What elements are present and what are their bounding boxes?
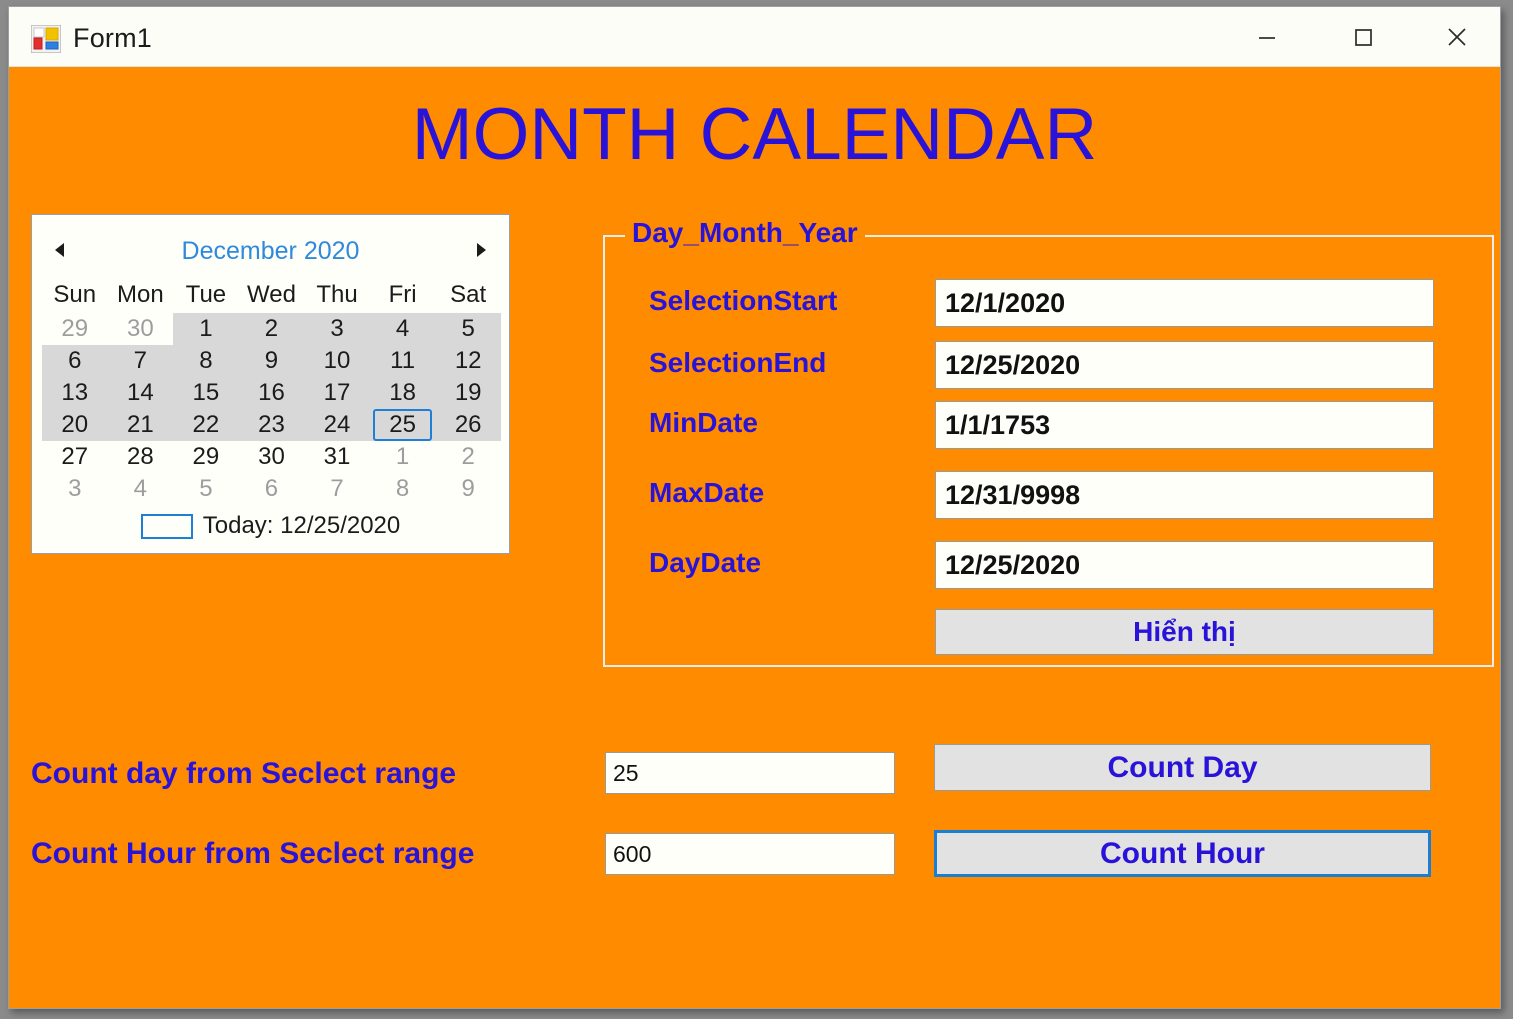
calendar-day-cell[interactable]: 8 (370, 473, 436, 505)
day-month-year-groupbox: Day_Month_Year SelectionStart SelectionEn… (603, 217, 1494, 667)
calendar-grid[interactable]: Sun Mon Tue Wed Thu Fri Sat 29 30 1 2 3 4 5 6 7 8 9 10 11 1… (42, 277, 501, 505)
calendar-day-cell[interactable]: 5 (435, 313, 501, 345)
calendar-day-cell[interactable]: 13 (42, 377, 108, 409)
calendar-day-cell[interactable]: 21 (107, 409, 174, 441)
calendar-week-row: 20 21 22 23 24 25 26 (42, 409, 501, 441)
calendar-day-cell[interactable]: 30 (239, 441, 305, 473)
page-title: MONTH CALENDAR (411, 94, 1098, 175)
minimize-icon[interactable] (1234, 7, 1300, 66)
calendar-weekday-row: Sun Mon Tue Wed Thu Fri Sat (42, 277, 501, 313)
field-row: SelectionEnd (605, 341, 1492, 391)
title-bar: Form1 (9, 7, 1500, 67)
calendar-day-cell[interactable]: 14 (107, 377, 174, 409)
calendar-day-cell[interactable]: 5 (173, 473, 239, 505)
calendar-day-cell[interactable]: 27 (42, 441, 108, 473)
calendar-day-cell[interactable]: 1 (370, 441, 436, 473)
calendar-day-cell[interactable]: 9 (435, 473, 501, 505)
calendar-day-cell[interactable]: 8 (173, 345, 239, 377)
field-input-daydate[interactable] (935, 541, 1434, 589)
field-input-selectionend[interactable] (935, 341, 1434, 389)
close-icon[interactable] (1424, 7, 1490, 66)
field-row: MaxDate (605, 471, 1492, 521)
calendar-weekday-sat: Sat (450, 281, 487, 308)
field-input-mindate[interactable] (935, 401, 1434, 449)
groupbox-legend: Day_Month_Year (625, 217, 865, 249)
application-window: Form1 MONTH CALENDAR December 2020 Sun M… (8, 6, 1501, 1009)
triangle-right-icon[interactable] (469, 239, 491, 261)
calendar-week-row: 27 28 29 30 31 1 2 (42, 441, 501, 473)
field-label-mindate: MinDate (649, 407, 758, 438)
field-row: MinDate (605, 401, 1492, 451)
calendar-day-cell[interactable]: 31 (304, 441, 370, 473)
calendar-day-cell[interactable]: 26 (435, 409, 501, 441)
count-hour-label: Count Hour from Seclect range (31, 837, 475, 870)
calendar-day-cell[interactable]: 3 (304, 313, 370, 345)
calendar-header: December 2020 (32, 215, 509, 271)
calendar-day-cell[interactable]: 22 (173, 409, 239, 441)
month-calendar[interactable]: December 2020 Sun Mon Tue Wed Thu Fri Sat 29 30… (31, 214, 510, 554)
calendar-day-cell[interactable]: 4 (108, 473, 174, 505)
count-day-input[interactable] (605, 752, 895, 794)
calendar-month-title[interactable]: December 2020 (32, 237, 509, 266)
calendar-today-footer[interactable]: Today: 12/25/2020 (32, 511, 509, 541)
calendar-day-cell[interactable]: 4 (369, 313, 436, 345)
calendar-day-cell[interactable]: 7 (304, 473, 370, 505)
calendar-day-cell[interactable]: 7 (107, 345, 174, 377)
count-hour-input[interactable] (605, 833, 895, 875)
calendar-weekday-sun: Sun (53, 281, 97, 308)
field-label-selectionstart: SelectionStart (649, 285, 838, 316)
calendar-day-cell[interactable]: 6 (239, 473, 305, 505)
vs-winforms-icon (30, 24, 62, 54)
calendar-day-cell[interactable]: 2 (435, 441, 501, 473)
calendar-day-cell[interactable]: 19 (435, 377, 501, 409)
calendar-day-cell[interactable]: 9 (238, 345, 305, 377)
calendar-weekday-tue: Tue (185, 281, 227, 308)
calendar-day-cell[interactable]: 20 (42, 409, 108, 441)
calendar-weekday-wed: Wed (247, 281, 296, 308)
calendar-day-cell[interactable]: 29 (173, 441, 239, 473)
field-label-selectionend: SelectionEnd (649, 347, 827, 378)
calendar-day-cell[interactable]: 24 (304, 409, 370, 441)
calendar-day-cell[interactable]: 25 (369, 409, 436, 441)
calendar-day-cell[interactable]: 3 (42, 473, 108, 505)
calendar-weekday-thu: Thu (316, 281, 358, 308)
calendar-week-row: 3456789 (42, 473, 501, 505)
calendar-day-cell[interactable]: 11 (369, 345, 436, 377)
today-swatch-icon (140, 513, 193, 539)
calendar-day-cell[interactable]: 30 (108, 313, 174, 345)
calendar-day-cell[interactable]: 1 (173, 313, 239, 345)
field-label-maxdate: MaxDate (649, 477, 765, 508)
calendar-day-cell[interactable]: 2 (238, 313, 305, 345)
field-label-daydate: DayDate (649, 547, 762, 578)
field-input-selectionstart[interactable] (935, 279, 1434, 327)
calendar-week-row: 6 7 8 9 10 11 12 (42, 345, 501, 377)
calendar-day-cell[interactable]: 18 (369, 377, 436, 409)
count-day-label: Count day from Seclect range (31, 757, 457, 790)
calendar-day-cell[interactable]: 10 (304, 345, 370, 377)
calendar-week-row: 13 14 15 16 17 18 19 (42, 377, 501, 409)
calendar-day-cell[interactable]: 29 (42, 313, 108, 345)
calendar-weekday-mon: Mon (117, 281, 164, 308)
hien-thi-button[interactable]: Hiển thị (935, 609, 1434, 655)
calendar-week-row: 29 30 1 2 3 4 5 (42, 313, 501, 345)
calendar-day-cell[interactable]: 6 (42, 345, 108, 377)
maximize-icon[interactable] (1330, 7, 1396, 66)
field-input-maxdate[interactable] (935, 471, 1434, 519)
calendar-day-cell[interactable]: 16 (238, 377, 305, 409)
calendar-day-cell[interactable]: 17 (304, 377, 370, 409)
field-row: SelectionStart (605, 279, 1492, 329)
calendar-day-cell[interactable]: 15 (173, 377, 239, 409)
field-row: DayDate (605, 541, 1492, 591)
calendar-day-cell[interactable]: 12 (435, 345, 501, 377)
calendar-day-cell[interactable]: 23 (238, 409, 305, 441)
calendar-weekday-fri: Fri (388, 281, 417, 308)
count-hour-button[interactable]: Count Hour (934, 830, 1431, 877)
window-title: Form1 (73, 23, 153, 53)
calendar-day-rows[interactable]: 29 30 1 2 3 4 5 6 7 8 9 10 11 12 13 14 15 16 17 18 19 20 21 22 2… (42, 313, 501, 505)
calendar-day-cell[interactable]: 28 (108, 441, 174, 473)
today-label: Today: 12/25/2020 (202, 512, 401, 539)
count-day-button[interactable]: Count Day (934, 744, 1431, 791)
